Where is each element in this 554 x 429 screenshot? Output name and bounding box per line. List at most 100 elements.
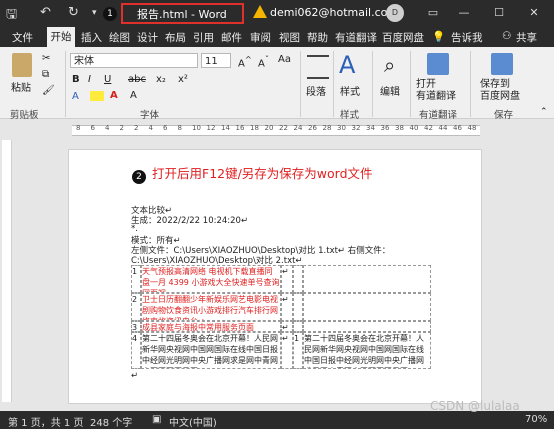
tab-mailings[interactable]: 邮件: [221, 30, 242, 45]
group-divider: [470, 51, 471, 117]
tab-insert[interactable]: 插入: [81, 30, 102, 45]
bold-button[interactable]: B: [72, 74, 80, 85]
ruler-tick-label: 36: [380, 124, 390, 132]
ruler-tick-label: 16: [235, 124, 245, 132]
translate-icon[interactable]: [427, 53, 449, 75]
tab-translate[interactable]: 有道翻译: [335, 30, 377, 45]
vertical-ruler[interactable]: [2, 140, 12, 402]
open-translate-button[interactable]: 打开 有道翻译: [416, 79, 456, 103]
ribbon-tabs: 文件 插入 绘图 设计 布局 引用 邮件 审阅 视图 帮助 有道翻译 百度网盘 …: [0, 27, 554, 47]
close-button[interactable]: ✕: [519, 3, 549, 23]
paste-icon[interactable]: [12, 53, 32, 77]
ruler-tick-label: 10: [192, 124, 201, 132]
change-case-icon[interactable]: Aa: [278, 54, 291, 65]
ruler-tick-label: 2: [134, 124, 139, 132]
ruler-tick-label: 12: [206, 124, 216, 132]
proofing-icon[interactable]: ▣: [152, 414, 161, 425]
ruler-ticks: 8 6 4 2 2 4 6 8 10 12 14 16 18 20 22 24 26 28 30 32 34 36 38 40…: [72, 124, 480, 135]
tab-baidu[interactable]: 百度网盘: [382, 30, 424, 45]
ruler-tick-label: 2: [119, 124, 124, 132]
font-size-dropdown[interactable]: 11: [201, 53, 231, 68]
window-title: 报告.html - Word: [137, 8, 227, 21]
group-divider: [300, 51, 301, 117]
editing-icon[interactable]: ⌕: [384, 53, 395, 77]
row-number-right: [293, 293, 303, 321]
row-number: 4: [131, 332, 141, 369]
group-divider: [65, 51, 66, 117]
ruler-tick-label: 48: [467, 124, 477, 132]
grow-font-icon[interactable]: A^: [238, 54, 252, 69]
tab-draw[interactable]: 绘图: [109, 30, 130, 45]
tab-view[interactable]: 视图: [279, 30, 300, 45]
row-number-right: [293, 321, 303, 332]
ruler-tick-label: 14: [221, 124, 230, 132]
undo-icon[interactable]: ↶: [40, 5, 51, 20]
tab-layout[interactable]: 布局: [165, 30, 186, 45]
baidu-pan-icon[interactable]: [491, 53, 513, 75]
font-color-icon[interactable]: A: [110, 90, 118, 101]
tab-design[interactable]: 设计: [137, 30, 158, 45]
styles-icon[interactable]: A: [339, 51, 355, 79]
avatar[interactable]: D: [386, 4, 404, 22]
char-shading-icon[interactable]: A: [130, 90, 137, 101]
customize-qat-icon[interactable]: ▾: [92, 8, 97, 18]
tab-references[interactable]: 引用: [193, 30, 214, 45]
ruler-tick-label: 34: [366, 124, 375, 132]
strikethrough-button[interactable]: abc: [128, 74, 146, 85]
ruler-tick-label: 6: [163, 124, 168, 132]
ribbon-display-button[interactable]: ▭: [418, 3, 448, 23]
tell-me-label[interactable]: 告诉我: [451, 30, 483, 45]
tab-review[interactable]: 审阅: [250, 30, 271, 45]
tab-home[interactable]: 开始: [47, 27, 75, 47]
table-cell-left: 天气预报高清网络 电视机下载直播同盘一月 4399 小游戏大全快速单号查询网页视: [141, 265, 281, 293]
callout-marker-1: 1: [103, 7, 117, 21]
language-indicator[interactable]: 中文(中国): [169, 414, 217, 429]
warning-icon[interactable]: [253, 5, 267, 18]
row-number: 2: [131, 293, 141, 321]
format-painter-icon[interactable]: 🖌: [42, 85, 55, 96]
zoom-level[interactable]: 70%: [525, 414, 547, 425]
minimize-button[interactable]: —: [449, 3, 479, 23]
doc-line: 生成：2022/2/22 10:24:20↵: [131, 216, 249, 226]
save-icon[interactable]: 🖫: [6, 5, 17, 27]
highlight-icon[interactable]: [90, 91, 104, 101]
editing-button[interactable]: 编辑: [380, 83, 400, 98]
save-to-baidu-button[interactable]: 保存到 百度网盘: [480, 79, 520, 103]
account-name[interactable]: demi062@hotmail.com: [270, 6, 398, 19]
share-button[interactable]: 共享: [516, 30, 537, 45]
csdn-watermark: CSDN @lulalaa: [430, 399, 520, 413]
table-cell-right: [303, 293, 431, 321]
tab-help[interactable]: 帮助: [307, 30, 328, 45]
paragraph-mark: ↵: [131, 371, 139, 381]
copy-icon[interactable]: ⧉: [42, 69, 49, 80]
ruler-tick-label: 32: [351, 124, 361, 132]
doc-line: *.: [131, 224, 138, 234]
font-name-dropdown[interactable]: 宋体: [70, 53, 198, 68]
ruler-tick-label: 8: [177, 124, 182, 132]
redo-icon[interactable]: ↻: [68, 5, 79, 20]
share-icon[interactable]: ⚇: [502, 30, 511, 42]
underline-button[interactable]: U: [104, 74, 111, 85]
tab-file[interactable]: 文件: [12, 30, 33, 45]
ruler-tick-label: 20: [264, 124, 274, 132]
collapse-ribbon-icon[interactable]: ⌃: [540, 107, 548, 117]
styles-button[interactable]: 样式: [340, 83, 360, 98]
paragraph-button[interactable]: 段落: [306, 83, 326, 98]
cut-icon[interactable]: ✂: [42, 53, 50, 64]
paragraph-icon[interactable]: [307, 55, 329, 79]
page-count[interactable]: 第 1 页，共 1 页: [8, 414, 83, 429]
ruler-tick-label: 42: [424, 124, 433, 132]
word-count[interactable]: 248 个字: [90, 414, 132, 429]
subscript-button[interactable]: x₂: [156, 74, 166, 85]
superscript-button[interactable]: x²: [178, 74, 188, 85]
maximize-button[interactable]: ☐: [484, 3, 514, 23]
row-number: 1: [131, 265, 141, 293]
table-cell-mark: ↵: [281, 321, 293, 332]
ruler-tick-label: 6: [90, 124, 95, 132]
shrink-font-icon[interactable]: Aˇ: [258, 54, 269, 69]
paste-button[interactable]: 粘贴: [11, 79, 31, 94]
ruler-tick-label: 38: [395, 124, 404, 132]
lightbulb-icon[interactable]: 💡: [432, 30, 445, 43]
text-effects-icon[interactable]: A: [72, 91, 79, 102]
italic-button[interactable]: I: [88, 74, 91, 85]
